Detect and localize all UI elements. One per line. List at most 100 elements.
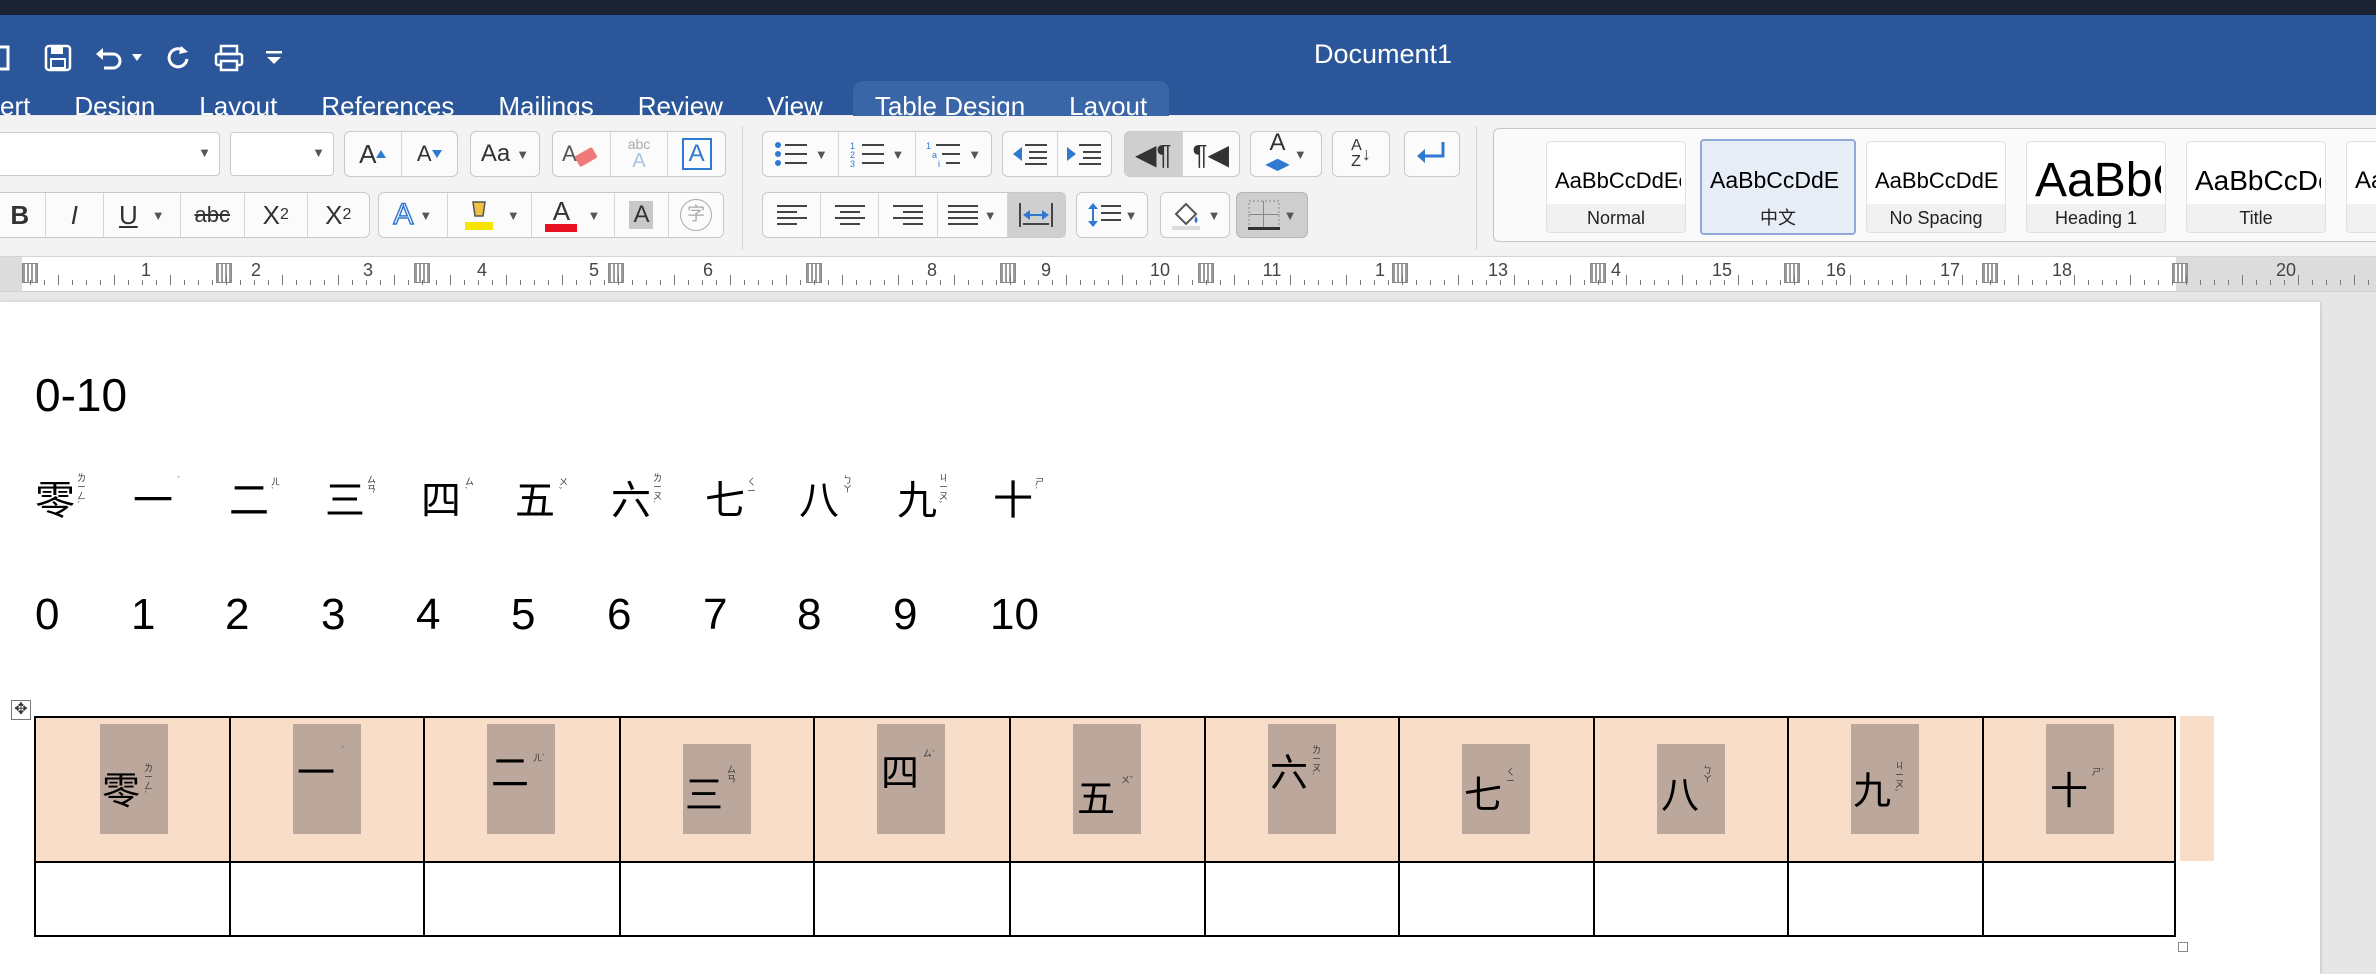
table-cell[interactable] xyxy=(1204,861,1400,937)
style-normal[interactable]: AaBbCcDdEe Normal xyxy=(1546,141,1686,233)
text-effects-button[interactable]: A ▼ xyxy=(379,193,447,237)
table-cell[interactable] xyxy=(34,861,231,937)
horizontal-ruler[interactable]: 1 2 3 4 5 6 8 9 10 11 1 13 4 15 16 17 18… xyxy=(0,257,2376,292)
ltr-button[interactable]: ◀¶ xyxy=(1125,132,1182,176)
text-direction-button[interactable]: A ◀▶ ▼ xyxy=(1250,131,1322,177)
bopomofo-annotation: ㄕˊ xyxy=(1035,477,1045,496)
undo-icon[interactable] xyxy=(94,37,124,79)
customize-toolbar-icon[interactable] xyxy=(266,37,282,79)
print-icon[interactable] xyxy=(214,37,244,79)
increase-indent-button[interactable] xyxy=(1056,132,1112,176)
distributed-button[interactable] xyxy=(1006,193,1066,237)
table-cell[interactable] xyxy=(619,861,815,937)
direction-buttons: ◀¶ ¶◀ xyxy=(1124,131,1240,177)
column-marker[interactable] xyxy=(608,263,624,283)
table-cell[interactable]: 八ㄅ ㄚ xyxy=(1593,716,1789,863)
font-name-box[interactable]: ▼ xyxy=(0,132,220,176)
sort-button[interactable]: A Z ↓ xyxy=(1332,131,1390,177)
clear-formatting-button[interactable]: A xyxy=(553,132,610,176)
font-color-button[interactable]: A ▼ xyxy=(531,193,614,237)
column-marker[interactable] xyxy=(1392,263,1408,283)
shrink-font-button[interactable]: A xyxy=(400,132,458,176)
table-cell[interactable]: 七ㄑ ㄧ xyxy=(1398,716,1595,863)
table-cell[interactable] xyxy=(1593,861,1789,937)
superscript-button[interactable]: X2 xyxy=(306,193,370,237)
multilevel-list-button[interactable]: 1ai ▼ xyxy=(915,132,991,176)
ruler-tick xyxy=(380,280,381,285)
table-cell[interactable] xyxy=(423,861,621,937)
table-cell[interactable]: 二ㄦˋ xyxy=(423,716,621,863)
decrease-indent-button[interactable] xyxy=(1003,132,1057,176)
undo-dropdown-icon[interactable] xyxy=(132,37,142,79)
style-title[interactable]: AaBbCcDc Title xyxy=(2186,141,2326,233)
table-cell[interactable] xyxy=(1787,861,1984,937)
line-break-button[interactable] xyxy=(1404,131,1460,177)
bullets-button[interactable]: ▼ xyxy=(763,132,838,176)
table-cell[interactable]: 九ㄐ ㄧ ㄡˇ xyxy=(1787,716,1984,863)
align-right-button[interactable] xyxy=(878,193,936,237)
table-resize-handle[interactable] xyxy=(2178,942,2188,952)
text-box-button[interactable]: A xyxy=(667,132,725,176)
grow-font-button[interactable]: A xyxy=(345,132,401,176)
highlight-button[interactable]: ▼ xyxy=(446,193,532,237)
ruler-tick xyxy=(1850,275,1851,285)
style-chinese[interactable]: AaBbCcDdE 中文 xyxy=(1700,139,1856,235)
line-spacing-button[interactable]: ▼ xyxy=(1076,192,1148,238)
numerals-table[interactable]: 零ㄌ ㄧ ㄥˊ 一ˊ 二ㄦˋ 三ㄙ ㄢ 四ㄙˋ 五ㄨˇ 六ㄌ ㄧ ㄡˋ 七ㄑ ㄧ… xyxy=(34,716,2176,937)
rtl-button[interactable]: ¶◀ xyxy=(1181,132,1240,176)
ruler-tick xyxy=(2368,280,2369,285)
ruler-tick xyxy=(1206,280,1207,285)
style-next[interactable]: Aa xyxy=(2346,141,2376,233)
ruler-tick xyxy=(1122,275,1123,285)
column-marker[interactable] xyxy=(1000,263,1016,283)
table-cell[interactable]: 六ㄌ ㄧ ㄡˋ xyxy=(1204,716,1400,863)
numeral-char: 四 xyxy=(421,478,461,524)
ruler-number: 18 xyxy=(2051,260,2073,280)
ruler-tick xyxy=(1920,280,1921,285)
table-cell[interactable] xyxy=(1009,861,1206,937)
bopomofo-annotation: ˊ xyxy=(177,475,180,485)
char-shading-button[interactable]: A xyxy=(613,193,669,237)
borders-button[interactable]: ▼ xyxy=(1236,192,1308,238)
table-cell[interactable]: 十ㄕˊ xyxy=(1982,716,2176,863)
underline-button[interactable]: U ▼ xyxy=(103,193,179,237)
bold-button[interactable]: B xyxy=(0,193,45,237)
spelling-button[interactable]: abc A xyxy=(609,132,668,176)
table-cell[interactable]: 五ㄨˇ xyxy=(1009,716,1206,863)
table-move-handle[interactable]: ✥ xyxy=(11,700,31,720)
chevron-down-icon: ▼ xyxy=(506,207,520,223)
subscript-button[interactable]: X2 xyxy=(244,193,307,237)
table-cell[interactable] xyxy=(1398,861,1595,937)
table-cell[interactable] xyxy=(813,861,1011,937)
numbering-button[interactable]: 123 ▼ xyxy=(837,132,916,176)
table-cell[interactable]: 一ˊ xyxy=(229,716,425,863)
home-icon[interactable] xyxy=(0,37,10,79)
table-cell[interactable] xyxy=(1982,861,2176,937)
table-cell[interactable]: 零ㄌ ㄧ ㄥˊ xyxy=(34,716,231,863)
style-no-spacing[interactable]: AaBbCcDdE No Spacing xyxy=(1866,141,2006,233)
shading-button[interactable]: ▼ xyxy=(1160,192,1230,238)
align-center-button[interactable] xyxy=(820,193,878,237)
enclose-char-button[interactable]: 字 xyxy=(668,193,723,237)
justify-button[interactable]: ▼ xyxy=(936,193,1007,237)
ruler-tick xyxy=(1892,280,1893,285)
heading-range: 0-10 xyxy=(35,369,128,421)
table-cell[interactable]: 四ㄙˋ xyxy=(813,716,1011,863)
redo-icon[interactable] xyxy=(164,37,192,79)
bopomofo-annotation: ㄨˇ xyxy=(559,477,569,496)
strikethrough-button[interactable]: abc xyxy=(179,193,244,237)
column-marker[interactable] xyxy=(1784,263,1800,283)
change-case-button[interactable]: Aa ▼ xyxy=(470,131,540,177)
font-style-buttons: B I U ▼ abc X2 X2 xyxy=(0,192,370,238)
document-page[interactable]: 0-10 零ㄌ ㄧ ㄥˊ 一ˊ 二ㄦˋ 三ㄙ ㄢ 四ㄙˋ 五ㄨˇ 六ㄌ ㄧ ㄡˋ… xyxy=(0,302,2320,974)
italic-button[interactable]: I xyxy=(44,193,104,237)
save-icon[interactable] xyxy=(44,37,72,79)
style-heading-1[interactable]: AaBbC Heading 1 xyxy=(2026,141,2166,233)
char-shading: 十ㄕˊ xyxy=(2046,724,2114,834)
font-size-box[interactable]: ▼ xyxy=(230,132,334,176)
column-marker[interactable] xyxy=(216,263,232,283)
align-left-button[interactable] xyxy=(763,193,820,237)
ruler-tick xyxy=(1528,280,1529,285)
table-cell[interactable] xyxy=(229,861,425,937)
table-cell[interactable]: 三ㄙ ㄢ xyxy=(619,716,815,863)
